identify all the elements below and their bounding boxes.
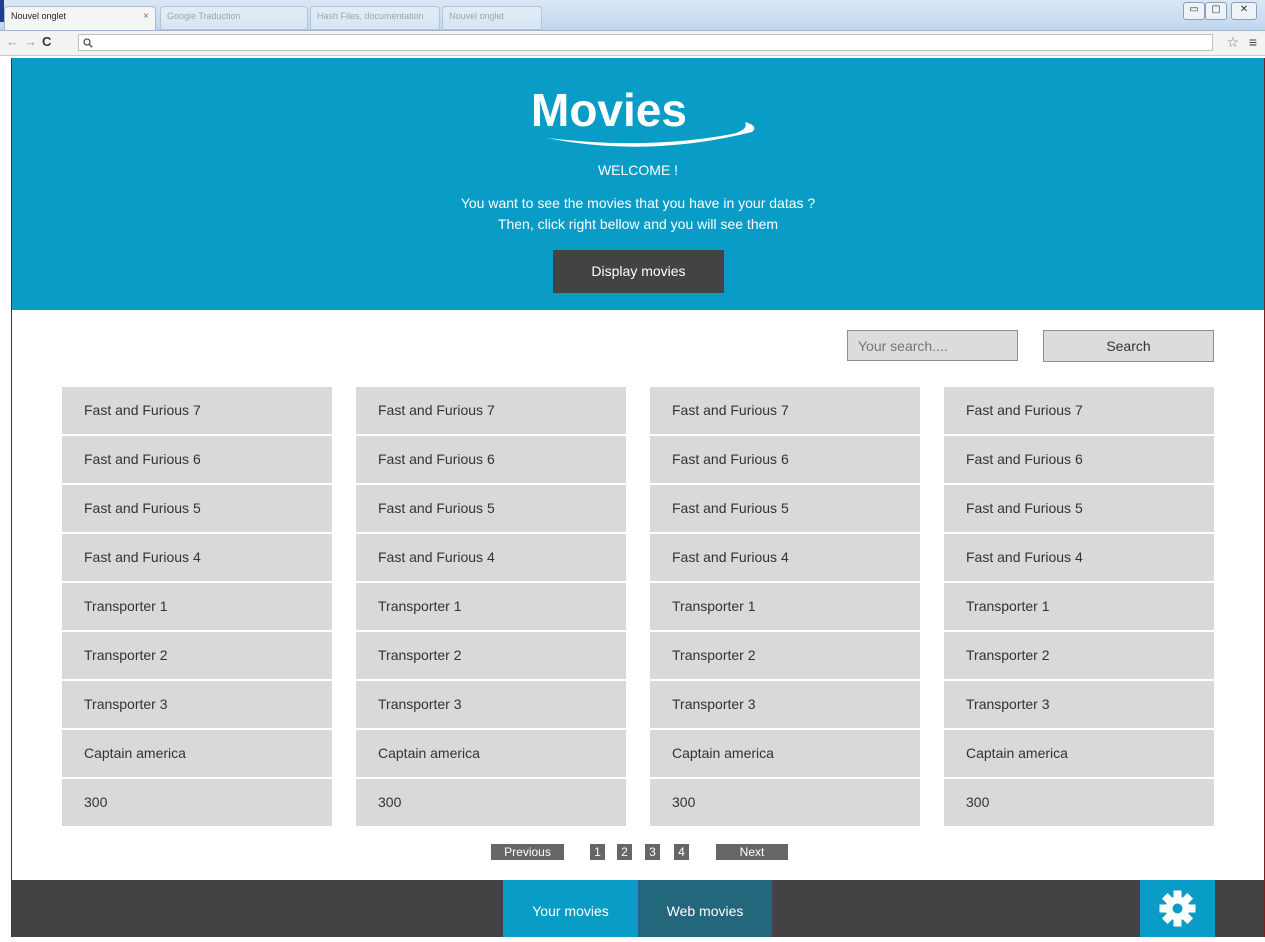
movie-item[interactable]: Fast and Furious 5 — [356, 485, 626, 532]
movie-item[interactable]: Transporter 2 — [944, 632, 1214, 679]
movie-item[interactable]: Captain america — [650, 730, 920, 777]
browser-tab[interactable]: Google Traduction — [160, 6, 308, 30]
forward-icon[interactable]: → — [24, 34, 37, 49]
movie-item[interactable]: 300 — [944, 779, 1214, 826]
tab-close-icon[interactable]: × — [143, 11, 149, 22]
movie-item[interactable]: Transporter 3 — [650, 681, 920, 728]
tab-web-movies[interactable]: Web movies — [638, 880, 772, 937]
next-button[interactable]: Next — [716, 844, 788, 860]
search-icon — [83, 38, 93, 48]
movie-item[interactable]: Fast and Furious 4 — [356, 534, 626, 581]
address-bar[interactable] — [78, 34, 1213, 51]
bookmark-star-icon[interactable]: ☆ — [1226, 34, 1239, 51]
movie-column: Fast and Furious 7 Fast and Furious 6 Fast… — [356, 387, 626, 828]
maximize-button[interactable]: ▢ — [1205, 2, 1227, 20]
movie-item[interactable]: Fast and Furious 6 — [356, 436, 626, 483]
movie-item[interactable]: Fast and Furious 5 — [62, 485, 332, 532]
previous-button[interactable]: Previous — [491, 844, 564, 860]
gear-icon — [1159, 890, 1196, 927]
logo-text: Movies — [531, 84, 687, 136]
footer-bar: Your movies Web movies — [12, 880, 1264, 937]
movie-item[interactable]: Transporter 1 — [62, 583, 332, 630]
movie-item[interactable]: 300 — [356, 779, 626, 826]
settings-button[interactable] — [1140, 880, 1215, 937]
search-input[interactable] — [847, 330, 1018, 361]
hero-banner: Movies WELCOME ! You want to see the mov… — [12, 58, 1264, 310]
movie-item[interactable]: Transporter 3 — [62, 681, 332, 728]
movie-column: Fast and Furious 7 Fast and Furious 6 Fast… — [650, 387, 920, 828]
movie-item[interactable]: Transporter 2 — [62, 632, 332, 679]
movie-item[interactable]: Fast and Furious 4 — [650, 534, 920, 581]
close-window-button[interactable]: ✕ — [1231, 2, 1257, 20]
movie-item[interactable]: Fast and Furious 7 — [356, 387, 626, 434]
browser-tab[interactable]: Hash Files, documentation — [310, 6, 440, 30]
movie-item[interactable]: Captain america — [356, 730, 626, 777]
movie-item[interactable]: Fast and Furious 4 — [62, 534, 332, 581]
movie-item[interactable]: Transporter 1 — [944, 583, 1214, 630]
minimize-button[interactable]: ▭ — [1183, 2, 1205, 20]
movies-logo: Movies — [531, 84, 755, 147]
movie-item[interactable]: Fast and Furious 6 — [650, 436, 920, 483]
page-3-button[interactable]: 3 — [645, 844, 660, 860]
movie-item[interactable]: Fast and Furious 6 — [944, 436, 1214, 483]
display-movies-button[interactable]: Display movies — [553, 250, 724, 293]
movie-item[interactable]: Captain america — [62, 730, 332, 777]
tab-title: Nouvel onglet — [11, 11, 67, 21]
movie-item[interactable]: Transporter 1 — [356, 583, 626, 630]
movie-column: Fast and Furious 7 Fast and Furious 6 Fast… — [62, 387, 332, 828]
movie-item[interactable]: Captain america — [944, 730, 1214, 777]
movie-item[interactable]: Transporter 3 — [944, 681, 1214, 728]
movie-item[interactable]: Transporter 1 — [650, 583, 920, 630]
intro-text-line2: Then, click right bellow and you will se… — [497, 216, 779, 232]
browser-tab[interactable]: Nouvel onglet — [442, 6, 542, 30]
intro-text-line1: You want to see the movies that you have… — [460, 195, 816, 211]
movie-column: Fast and Furious 7 Fast and Furious 6 Fast… — [944, 387, 1214, 828]
movie-item[interactable]: Fast and Furious 7 — [650, 387, 920, 434]
movie-item[interactable]: Fast and Furious 4 — [944, 534, 1214, 581]
page-2-button[interactable]: 2 — [617, 844, 632, 860]
browser-tab-active[interactable]: Nouvel onglet × — [4, 6, 156, 30]
movie-item[interactable]: Fast and Furious 5 — [944, 485, 1214, 532]
page-1-button[interactable]: 1 — [590, 844, 605, 860]
welcome-heading: WELCOME ! — [597, 162, 679, 178]
browser-tabstrip: Nouvel onglet × Google Traduction Hash F… — [0, 0, 1265, 31]
movie-item[interactable]: Transporter 3 — [356, 681, 626, 728]
movie-item[interactable]: 300 — [62, 779, 332, 826]
reload-icon[interactable]: C — [42, 34, 51, 49]
movie-item[interactable]: Fast and Furious 5 — [650, 485, 920, 532]
tab-your-movies[interactable]: Your movies — [503, 880, 638, 937]
page-4-button[interactable]: 4 — [674, 844, 689, 860]
movie-item[interactable]: Transporter 2 — [650, 632, 920, 679]
browser-toolbar: ← → C ☆ ≡ — [0, 31, 1265, 56]
back-icon[interactable]: ← — [6, 34, 19, 49]
movie-item[interactable]: Fast and Furious 7 — [62, 387, 332, 434]
search-button[interactable]: Search — [1043, 330, 1214, 362]
movie-item[interactable]: Fast and Furious 7 — [944, 387, 1214, 434]
movie-item[interactable]: Transporter 2 — [356, 632, 626, 679]
movie-item[interactable]: Fast and Furious 6 — [62, 436, 332, 483]
browser-menu-icon[interactable]: ≡ — [1249, 34, 1257, 50]
movie-item[interactable]: 300 — [650, 779, 920, 826]
page: Movies WELCOME ! You want to see the mov… — [11, 58, 1265, 937]
